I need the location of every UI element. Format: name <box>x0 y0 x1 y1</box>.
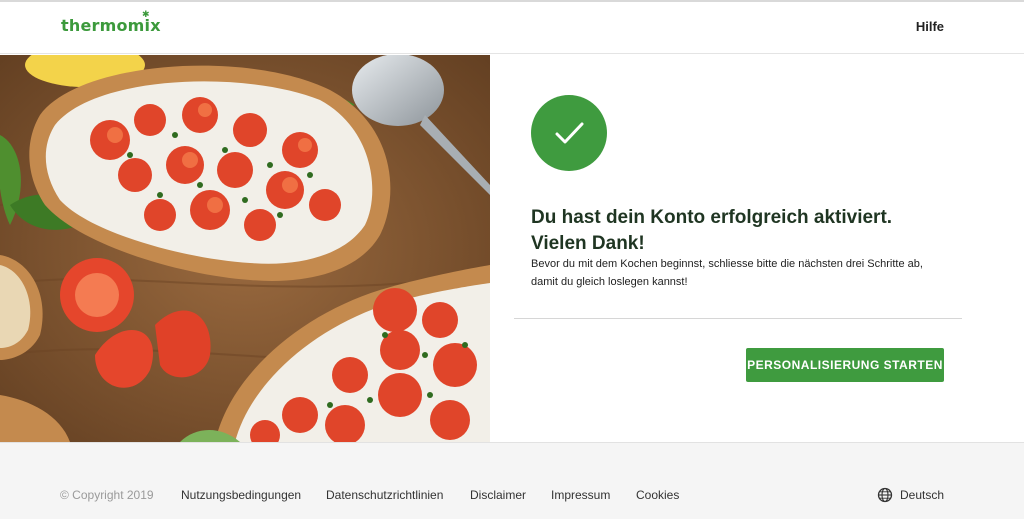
logo-star-icon: ✱ <box>142 10 150 20</box>
thermomix-logo[interactable]: thermomix ✱ <box>61 10 161 35</box>
bruschetta-photo <box>0 55 490 442</box>
footer-link-cookies[interactable]: Cookies <box>636 488 679 502</box>
copyright-text: © Copyright 2019 <box>60 488 154 502</box>
start-personalization-button[interactable]: PERSONALISIERUNG STARTEN <box>746 348 944 382</box>
footer-link-terms[interactable]: Nutzungsbedingungen <box>181 488 301 502</box>
hero-image <box>0 55 490 442</box>
checkmark-icon <box>555 122 584 144</box>
language-label[interactable]: Deutsch <box>900 488 944 502</box>
title-line-1: Du hast dein Konto erfolgreich aktiviert… <box>531 207 893 228</box>
confirmation-title: Du hast dein Konto erfolgreich aktiviert… <box>531 205 1001 257</box>
globe-icon <box>877 487 893 503</box>
help-link[interactable]: Hilfe <box>916 19 944 34</box>
title-line-2: Vielen Dank! <box>531 233 645 254</box>
footer: © Copyright 2019 Nutzungsbedingungen Dat… <box>0 442 1024 519</box>
success-badge <box>531 95 607 171</box>
divider <box>514 318 962 319</box>
confirmation-panel: Du hast dein Konto erfolgreich aktiviert… <box>490 55 1024 442</box>
confirmation-description: Bevor du mit dem Kochen beginnst, schlie… <box>531 258 923 288</box>
footer-link-disclaimer[interactable]: Disclaimer <box>470 488 526 502</box>
footer-link-imprint[interactable]: Impressum <box>551 488 610 502</box>
footer-link-privacy[interactable]: Datenschutzrichtlinien <box>326 488 443 502</box>
header: thermomix ✱ Hilfe <box>0 2 1024 54</box>
